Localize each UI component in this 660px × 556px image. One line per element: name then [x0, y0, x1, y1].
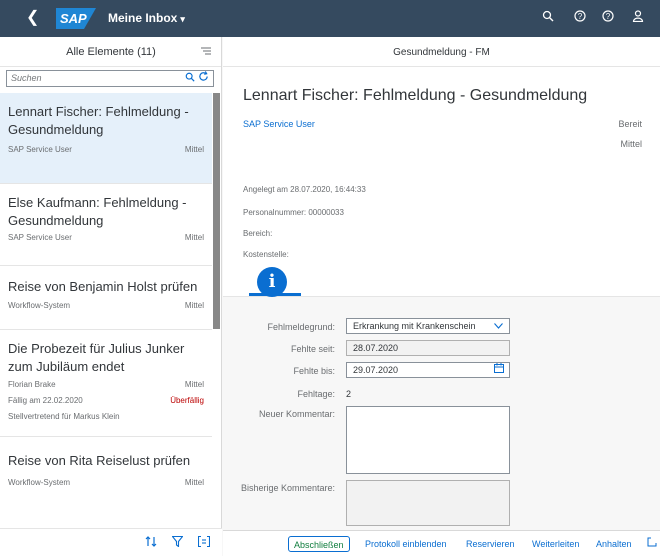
list-item-meta: Florian Brake Mittel: [8, 380, 204, 389]
list-item-due: Fällig am 22.02.2020 Überfällig: [8, 396, 204, 405]
reserve-button[interactable]: Reservieren: [466, 536, 515, 552]
search-placeholder: Suchen: [11, 73, 42, 83]
detail-pane: Gesundmeldung - FM Lennart Fischer: Fehl…: [223, 37, 660, 556]
filter-icon[interactable]: [171, 535, 184, 550]
chevron-down-icon: ▾: [180, 14, 185, 24]
list-item[interactable]: Lennart Fischer: Fehlmeldung - Gesundmel…: [0, 93, 212, 184]
search-icon[interactable]: [185, 72, 195, 85]
complete-button[interactable]: Abschließen: [288, 536, 350, 552]
days-label: Fehltage:: [297, 389, 335, 399]
new-comment-label: Neuer Kommentar:: [258, 409, 335, 419]
list-item-creator: Workflow-System: [8, 301, 71, 310]
tab-bar: i: [223, 261, 660, 297]
list-item[interactable]: Else Kaufmann: Fehlmeldung - Gesundmeldu…: [0, 184, 212, 266]
previous-comments-textarea: [346, 480, 510, 526]
priority-text: Mittel: [620, 139, 642, 149]
list-item-priority: Mittel: [184, 478, 204, 487]
group-icon[interactable]: [197, 535, 211, 550]
reason-select[interactable]: Erkrankung mit Krankenschein: [346, 318, 510, 334]
cost-center: Kostenstelle:: [243, 250, 289, 259]
open-external-icon[interactable]: [647, 536, 657, 552]
search-icon[interactable]: [540, 10, 556, 26]
filter-list-icon[interactable]: [201, 46, 211, 59]
master-footer: [0, 528, 222, 556]
refresh-icon[interactable]: [198, 71, 209, 85]
list-item-creator: SAP Service User: [8, 145, 72, 154]
list-item-priority: Mittel: [184, 145, 204, 154]
previous-comments-label: Bisherige Kommentare:: [240, 483, 335, 493]
list-item-substitute: Stellvertretend für Markus Klein: [8, 412, 120, 421]
list-item-title: Die Probezeit für Julius Junker zum Jubi…: [8, 341, 185, 374]
new-comment-textarea[interactable]: [346, 406, 510, 474]
list-item-creator: Workflow-System: [8, 478, 71, 487]
reason-label: Fehlmeldegrund:: [267, 322, 335, 332]
list-item-title: Lennart Fischer: Fehlmeldung - Gesundmel…: [8, 104, 189, 137]
list-item-title: Else Kaufmann: Fehlmeldung - Gesundmeldu…: [8, 195, 187, 228]
master-header: Alle Elemente (11): [0, 37, 221, 67]
search-input[interactable]: Suchen: [6, 70, 214, 87]
scrollbar[interactable]: [213, 93, 220, 329]
work-item-list: Lennart Fischer: Fehlmeldung - Gesundmel…: [0, 93, 212, 509]
created-by-link[interactable]: SAP Service User: [243, 119, 315, 129]
list-item-due-date: Fällig am 22.02.2020: [8, 396, 83, 405]
list-item[interactable]: Reise von Rita Reiselust prüfen Workflow…: [0, 437, 212, 509]
calendar-icon[interactable]: [494, 363, 504, 378]
chevron-down-icon[interactable]: [494, 319, 503, 333]
tab-selected-indicator: [249, 293, 301, 296]
svg-text:?: ?: [606, 12, 611, 21]
back-icon[interactable]: ❮: [26, 9, 42, 27]
sort-icon[interactable]: [145, 536, 157, 550]
from-date-field: 28.07.2020: [346, 340, 510, 356]
list-item-meta: Workflow-System Mittel: [8, 478, 204, 487]
object-title: Lennart Fischer: Fehlmeldung - Gesundmel…: [243, 87, 588, 104]
master-list: Alle Elemente (11) Suchen Lennart Fische…: [0, 37, 222, 556]
list-item-priority: Mittel: [184, 380, 204, 389]
list-item-priority: Mittel: [184, 301, 204, 310]
suspend-button[interactable]: Anhalten: [596, 536, 632, 552]
list-item-title: Reise von Benjamin Holst prüfen: [8, 279, 198, 294]
list-item-title: Reise von Rita Reiselust prüfen: [8, 453, 191, 468]
shell-bar: ❮ SAP Meine Inbox ▾ ? ?: [0, 0, 660, 37]
show-log-button[interactable]: Protokoll einblenden: [365, 536, 447, 552]
help-icon[interactable]: ?: [572, 10, 588, 26]
list-item-meta: SAP Service User Mittel: [8, 233, 204, 242]
user-icon[interactable]: [630, 10, 646, 26]
list-item-creator: SAP Service User: [8, 233, 72, 242]
app-title[interactable]: Meine Inbox ▾: [108, 11, 185, 25]
list-item[interactable]: Die Probezeit für Julius Junker zum Jubi…: [0, 330, 212, 437]
detail-header: Gesundmeldung - FM: [223, 37, 660, 67]
detail-title: Gesundmeldung - FM: [393, 47, 490, 58]
list-item-creator: Florian Brake: [8, 380, 56, 389]
object-header: Lennart Fischer: Fehlmeldung - Gesundmel…: [223, 67, 660, 261]
to-date-field[interactable]: 29.07.2020: [346, 362, 510, 378]
from-label: Fehlte seit:: [290, 344, 335, 354]
list-item-meta: Workflow-System Mittel: [8, 301, 204, 310]
personnel-number: Personalnummer: 00000033: [243, 208, 344, 217]
status-text: Bereit: [618, 119, 642, 129]
form-section: Fehlmeldegrund: Erkrankung mit Krankensc…: [223, 297, 660, 526]
days-value: 2: [346, 389, 352, 399]
list-item-meta: SAP Service User Mittel: [8, 145, 204, 154]
sap-logo: SAP: [56, 8, 96, 29]
svg-text:?: ?: [578, 12, 583, 21]
footer-toolbar: Abschließen Protokoll einblenden Reservi…: [223, 530, 660, 556]
created-on: Angelegt am 28.07.2020, 16:44:33: [243, 185, 366, 194]
list-item-priority: Mittel: [184, 233, 204, 242]
list-item[interactable]: Reise von Benjamin Holst prüfen Workflow…: [0, 266, 212, 330]
area: Bereich:: [243, 229, 273, 238]
overdue-status: Überfällig: [170, 396, 204, 405]
master-title: Alle Elemente (11): [66, 46, 156, 58]
help-icon[interactable]: ?: [600, 10, 616, 26]
forward-button[interactable]: Weiterleiten: [532, 536, 579, 552]
to-label: Fehlte bis:: [293, 366, 335, 376]
